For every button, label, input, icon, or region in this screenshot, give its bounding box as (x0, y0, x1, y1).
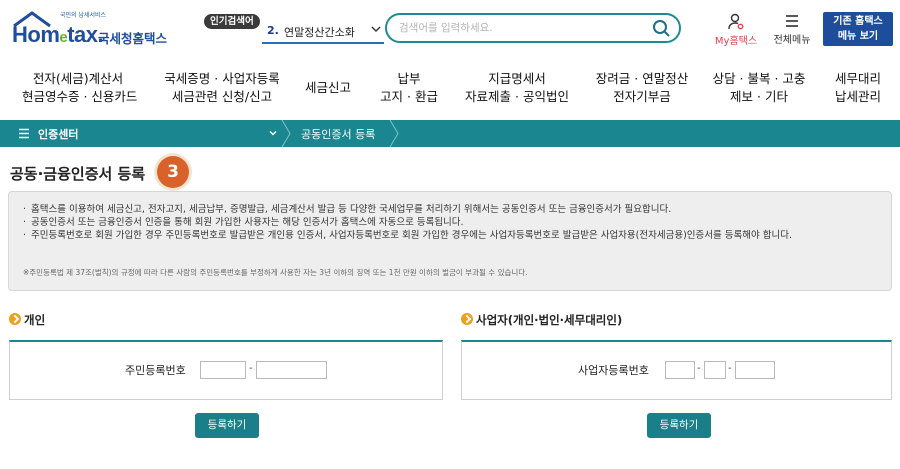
breadcrumb-level1[interactable]: 인증센터 (38, 126, 78, 142)
legacy-menu-button[interactable]: 기존 홈택스 메뉴 보기 (823, 12, 893, 46)
section-bullet-icon (9, 313, 21, 325)
business-number-part2-input[interactable] (704, 361, 726, 379)
individual-register-button[interactable]: 등록하기 (195, 413, 259, 438)
nav-item-line1: 지급명세서 (488, 71, 546, 86)
user-gear-icon (728, 13, 744, 30)
popular-keyword-text[interactable]: 연말정산간소화 (284, 24, 355, 40)
notice-box: 홈택스를 이용하여 세금신고, 전자고지, 세금납부, 증명발급, 세금계산서 … (8, 191, 892, 291)
individual-section-title: 개인 (24, 313, 46, 327)
breadcrumb-separator (389, 120, 399, 147)
all-menu-label: 전체메뉴 (773, 35, 811, 46)
nav-item-line1: 납부 (397, 71, 421, 86)
mytax-label: My홈택스 (714, 36, 758, 47)
individual-panel: 주민등록번호 - (9, 340, 443, 400)
page-title: 공동·금융인증서 등록 (10, 165, 146, 183)
nav-item-line2: 납세관리 (834, 89, 881, 104)
search-icon[interactable] (651, 18, 671, 38)
nav-item-line2: 자료제출 · 공익법인 (465, 89, 569, 104)
logo-agency-name: 국세청홈택스 (98, 31, 168, 46)
business-register-button[interactable]: 등록하기 (647, 413, 711, 438)
hamburger-icon (786, 15, 798, 27)
resident-number-back-input[interactable] (256, 361, 327, 379)
notice-item: 공동인증서 또는 금융인증서 인증을 통해 회원 가입한 사용자는 해당 인증서… (23, 216, 883, 229)
search-box (385, 13, 681, 43)
resident-number-label: 주민등록번호 (125, 364, 186, 377)
step-badge: 3 (157, 156, 189, 188)
chevron-down-icon[interactable] (267, 127, 279, 139)
nav-item-line2: 전자기부금 (613, 89, 671, 104)
resident-number-dash: - (249, 363, 253, 374)
nav-item-line2: 세금관련 신청/신고 (171, 89, 273, 104)
legacy-menu-line2: 메뉴 보기 (837, 31, 879, 42)
nav-item-line2: 고지 · 환급 (380, 89, 438, 104)
chevron-down-icon[interactable] (369, 22, 383, 36)
nav-item-payment[interactable]: 납부 고지 · 환급 (378, 70, 440, 106)
nav-item-line1: 전자(세금)계산서 (32, 71, 124, 86)
business-number-part1-input[interactable] (665, 361, 695, 379)
nav-item-certificates[interactable]: 국세증명 · 사업자등록 세금관련 신청/신고 (162, 70, 282, 106)
nav-item-line2: 제보 · 기타 (730, 89, 788, 104)
nav-item-payment-statements[interactable]: 지급명세서 자료제출 · 공익법인 (462, 70, 572, 106)
business-panel: 사업자등록번호 - - (461, 340, 892, 400)
business-number-dash: - (728, 363, 732, 374)
nav-item-line2: 현금영수증 · 신용카드 (22, 89, 138, 104)
breadcrumb-level2[interactable]: 공동인증서 등록 (301, 126, 375, 142)
nav-item-line1: 세금신고 (304, 80, 351, 95)
logo-wordmark: Hometax. (12, 22, 104, 47)
nav-item-line1: 상담 · 불복 · 고충 (712, 71, 806, 86)
notice-item: 주민등록번호로 회원 가입한 경우 주민등록번호로 발급받은 개인용 인증서, … (23, 229, 883, 242)
business-number-dash: - (697, 363, 701, 374)
header: 국민의 납세서비스 Hometax. 국세청홈택스 인기검색어 2. 연말정산간… (0, 0, 900, 58)
mytax-button[interactable]: My홈택스 (710, 13, 762, 47)
nav-item-line1: 국세증명 · 사업자등록 (164, 71, 280, 86)
popular-keywords-tag: 인기검색어 (204, 14, 260, 29)
logo-tagline: 국민의 납세서비스 (60, 12, 107, 19)
main-navigation: 전자(세금)계산서 현금영수증 · 신용카드 국세증명 · 사업자등록 세금관련… (0, 58, 900, 118)
business-section-title: 사업자(개인·법인·세무대리인) (476, 313, 623, 327)
business-number-label: 사업자등록번호 (578, 364, 649, 377)
nav-item-line1: 장려금 · 연말정산 (595, 71, 689, 86)
notice-item: 홈택스를 이용하여 세금신고, 전자고지, 세금납부, 증명발급, 세금계산서 … (23, 203, 883, 216)
hometax-logo[interactable]: 국민의 납세서비스 Hometax. 국세청홈택스 (10, 8, 167, 48)
nav-item-e-invoice[interactable]: 전자(세금)계산서 현금영수증 · 신용카드 (22, 70, 138, 106)
hamburger-icon[interactable] (18, 128, 30, 139)
notice-list: 홈택스를 이용하여 세금신고, 전자고지, 세금납부, 증명발급, 세금계산서 … (23, 203, 883, 242)
nav-item-consulting[interactable]: 상담 · 불복 · 고충 제보 · 기타 (710, 70, 808, 106)
business-number-part3-input[interactable] (735, 361, 775, 379)
all-menu-button[interactable]: 전체메뉴 (768, 13, 816, 47)
popular-keywords[interactable]: 인기검색어 2. 연말정산간소화 (204, 14, 390, 44)
notice-footnote: ※주민등록법 제 37조(벌칙)의 규정에 따라 다른 사람의 주민등록번호를 … (23, 268, 528, 277)
section-bullet-icon (461, 313, 473, 325)
legacy-menu-line1: 기존 홈택스 (833, 16, 883, 27)
nav-item-year-end[interactable]: 장려금 · 연말정산 전자기부금 (592, 70, 692, 106)
nav-item-tax-agent[interactable]: 세무대리 납세관리 (828, 70, 888, 106)
popular-keyword-rank: 2. (267, 24, 279, 37)
breadcrumb: 인증센터 공동인증서 등록 (0, 120, 900, 147)
resident-number-front-input[interactable] (200, 361, 246, 379)
nav-item-line1: 세무대리 (834, 71, 881, 86)
nav-item-tax-filing[interactable]: 세금신고 (298, 79, 358, 97)
search-input[interactable] (399, 20, 639, 36)
breadcrumb-separator (281, 120, 291, 147)
popular-keyword-underline (262, 42, 384, 44)
